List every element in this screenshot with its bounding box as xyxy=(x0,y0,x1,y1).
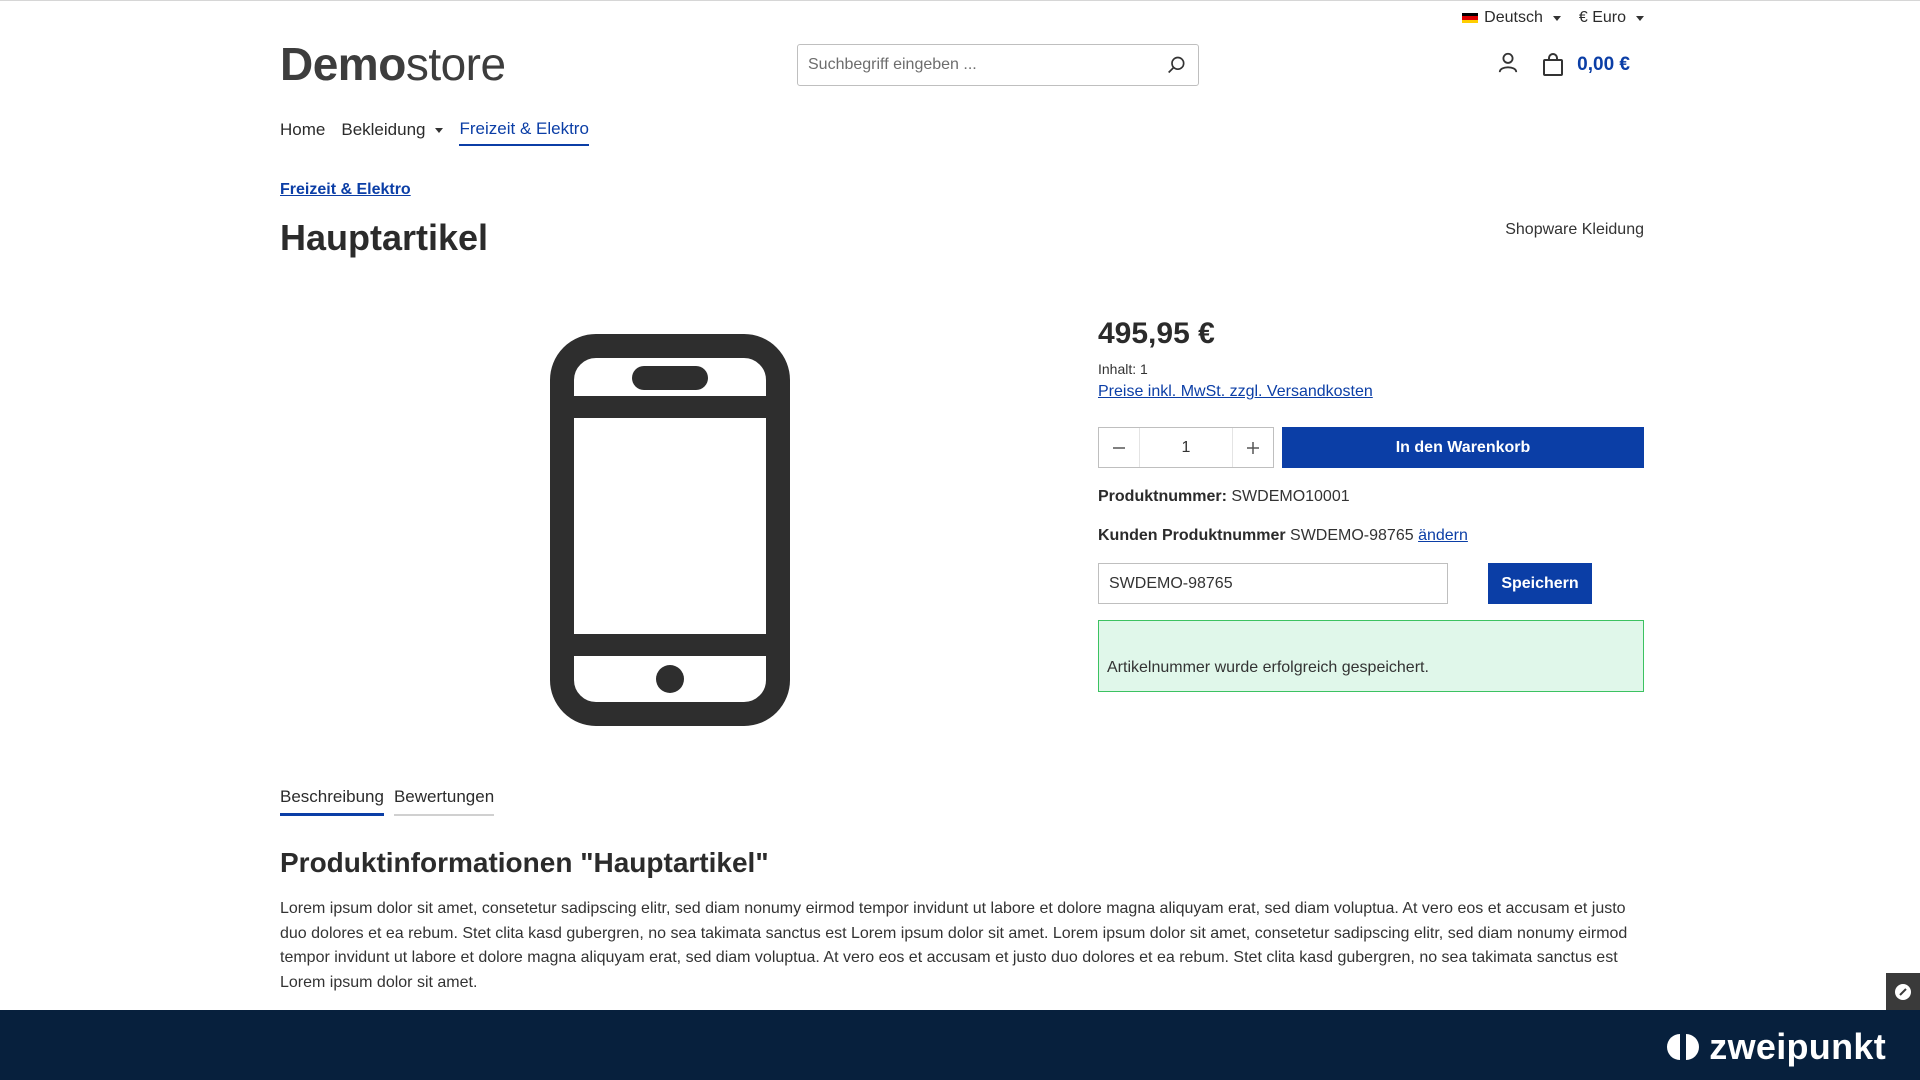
account-button[interactable] xyxy=(1497,51,1519,78)
search-box xyxy=(797,44,1199,86)
chevron-down-icon xyxy=(1552,15,1561,21)
search-icon xyxy=(1168,56,1185,74)
tax-shipping-link[interactable]: Preise inkl. MwSt. zzgl. Versandkosten xyxy=(1098,383,1373,401)
product-number: Produktnummer: SWDEMO10001 xyxy=(1098,488,1644,506)
footer: zweipunkt xyxy=(0,1010,1920,1080)
nav-label: Bekleidung xyxy=(341,120,426,139)
brand-name: zweipunkt xyxy=(1709,1026,1886,1067)
product-number-label: Produktnummer: xyxy=(1098,488,1227,505)
quantity-stepper: 1 xyxy=(1098,427,1274,468)
product-price: 495,95 € xyxy=(1098,317,1215,350)
cart-button[interactable]: 0,00 € xyxy=(1541,52,1630,77)
nav-item-home[interactable]: Home xyxy=(280,119,325,146)
logo-bold: Demo xyxy=(280,38,406,90)
page-title: Hauptartikel xyxy=(280,217,489,258)
product-image[interactable] xyxy=(550,334,790,726)
tab-beschreibung[interactable]: Beschreibung xyxy=(280,787,384,816)
save-button[interactable]: Speichern xyxy=(1488,563,1592,604)
floating-widget-button[interactable] xyxy=(1886,973,1920,1010)
nav-label: Freizeit & Elektro xyxy=(459,119,589,138)
add-to-cart-button[interactable]: In den Warenkorb xyxy=(1282,427,1644,468)
logo-light: store xyxy=(405,38,506,90)
success-alert: Artikelnummer wurde erfolgreich gespeich… xyxy=(1098,620,1644,692)
content-info: Inhalt: 1 xyxy=(1098,361,1148,377)
customer-number-form: Speichern xyxy=(1098,563,1644,604)
nav-item-freizeit-elektro[interactable]: Freizeit & Elektro xyxy=(459,119,589,146)
product-tabs: Beschreibung Bewertungen xyxy=(280,787,495,816)
customer-number-value: SWDEMO-98765 xyxy=(1290,527,1414,544)
page: Deutsch € Euro Demostore Suchbegriff ein… xyxy=(0,0,1920,1010)
plus-icon xyxy=(1247,441,1259,454)
quantity-value[interactable]: 1 xyxy=(1139,428,1233,467)
header-actions: 0,00 € xyxy=(1497,51,1630,78)
chevron-down-icon xyxy=(435,127,444,133)
manufacturer-link[interactable]: Shopware Kleidung xyxy=(1505,221,1644,239)
product-number-value: SWDEMO10001 xyxy=(1231,488,1350,505)
footer-brand: zweipunkt xyxy=(1665,1026,1886,1068)
main-navigation: Home Bekleidung Freizeit & Elektro xyxy=(280,119,589,146)
smartphone-icon xyxy=(550,334,790,726)
widget-icon xyxy=(1895,984,1911,1000)
quantity-increase-button[interactable] xyxy=(1233,428,1273,467)
store-logo[interactable]: Demostore xyxy=(280,37,506,91)
description-text: Lorem ipsum dolor sit amet, consetetur s… xyxy=(280,900,1628,991)
breadcrumb[interactable]: Freizeit & Elektro xyxy=(280,181,411,199)
buy-row: 1 In den Warenkorb xyxy=(1098,427,1644,468)
currency-dropdown[interactable]: € Euro xyxy=(1579,9,1644,27)
quantity-decrease-button[interactable] xyxy=(1099,428,1139,467)
german-flag-icon xyxy=(1462,12,1479,24)
minus-icon xyxy=(1113,446,1125,449)
chevron-down-icon xyxy=(1636,15,1644,21)
user-icon xyxy=(1499,52,1518,73)
description-title: Produktinformationen "Hauptartikel" xyxy=(280,847,769,878)
tab-bewertungen[interactable]: Bewertungen xyxy=(393,787,495,816)
nav-item-bekleidung[interactable]: Bekleidung xyxy=(341,119,444,146)
currency-label: € Euro xyxy=(1578,9,1626,26)
buy-box: 495,95 € Inhalt: 1 Preise inkl. MwSt. zz… xyxy=(1098,317,1644,692)
customer-number-input[interactable] xyxy=(1098,563,1448,604)
shopping-bag-icon xyxy=(1543,52,1564,76)
cart-total: 0,00 € xyxy=(1577,53,1630,75)
zweipunkt-logo-icon xyxy=(1667,1034,1700,1060)
nav-label: Home xyxy=(280,120,326,139)
language-dropdown[interactable]: Deutsch xyxy=(1462,9,1561,27)
customer-product-number: Kunden Produktnummer SWDEMO-98765 ändern xyxy=(1098,527,1644,545)
main-container: Deutsch € Euro Demostore Suchbegriff ein… xyxy=(280,1,1644,1010)
language-label: Deutsch xyxy=(1484,9,1543,26)
change-customer-number-link[interactable]: ändern xyxy=(1418,527,1468,544)
search-input[interactable] xyxy=(798,45,1156,85)
topbar: Deutsch € Euro xyxy=(1462,9,1644,27)
search-button[interactable] xyxy=(1156,45,1198,85)
customer-number-label: Kunden Produktnummer xyxy=(1098,527,1286,544)
